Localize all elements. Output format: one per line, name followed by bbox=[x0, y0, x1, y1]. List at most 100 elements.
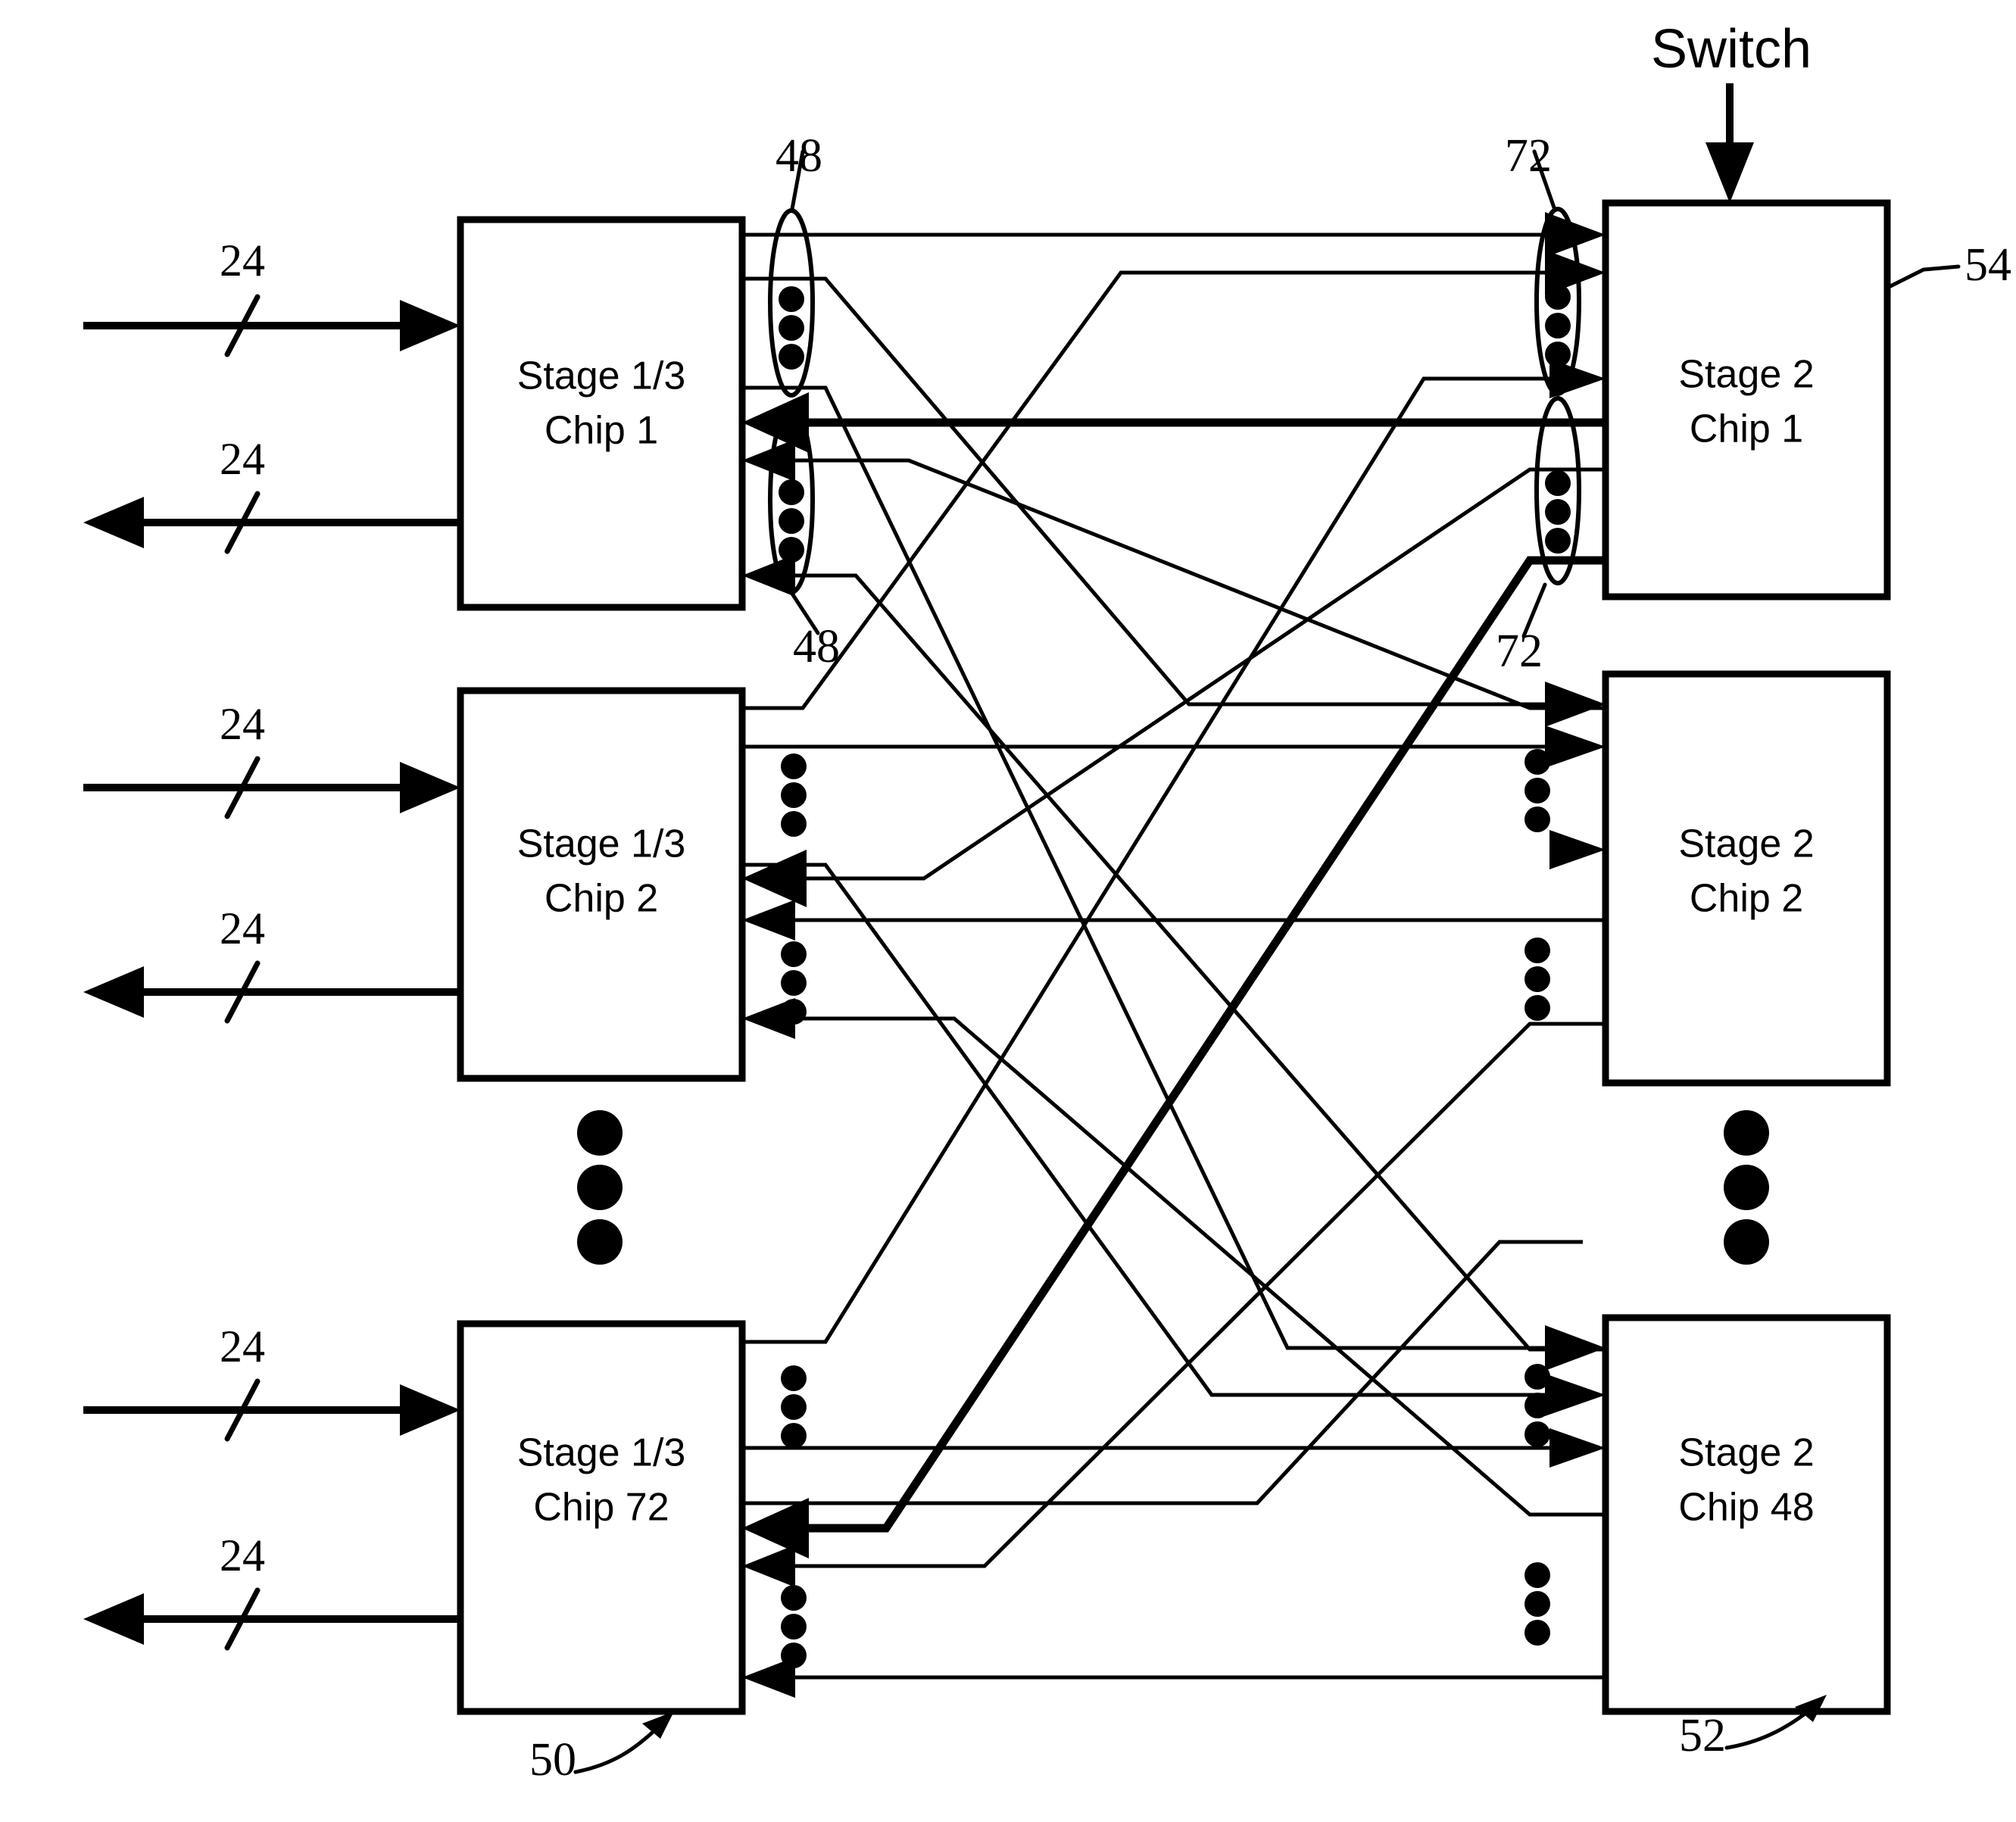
arrowhead-r2i1 bbox=[1545, 682, 1606, 727]
arrowhead-r3i2 bbox=[1545, 1374, 1606, 1416]
arrowhead-io-out-row1 bbox=[83, 497, 144, 548]
bundle-dot bbox=[779, 479, 804, 505]
arrowhead-io-out-row2 bbox=[83, 966, 144, 1018]
arrowhead-l3i2 bbox=[742, 1545, 795, 1587]
bundle-dot bbox=[1524, 1421, 1550, 1447]
vertical-ellipsis-right bbox=[1724, 1110, 1769, 1265]
arrowhead-r2i2 bbox=[1545, 725, 1606, 768]
arrowhead-io-in-row3 bbox=[400, 1384, 460, 1436]
chip-box-stage2-chip1[interactable] bbox=[1602, 199, 1891, 601]
wire-r2o3-l3i2 bbox=[765, 1022, 1606, 1568]
ref-label-54: 54 bbox=[1965, 239, 2011, 291]
bundle-dot bbox=[779, 508, 804, 534]
interconnect-wires bbox=[742, 232, 1606, 1680]
bundle-dot bbox=[1524, 749, 1550, 775]
ellipsis-dot bbox=[1724, 1165, 1769, 1210]
chip-box-stage13-chip2-line1: Stage 1/3 bbox=[517, 822, 686, 866]
chip-box-stage13-chip72-line1: Stage 1/3 bbox=[517, 1431, 686, 1475]
patent-figure-root: Stage 1/3 Chip 1 Stage 1/3 Chip 2 Stage … bbox=[0, 0, 2016, 1822]
switch-callout: Switch bbox=[1651, 19, 1812, 203]
ref-label-72-top: 72 bbox=[1505, 130, 1552, 182]
bus-width-label-out-row2: 24 bbox=[220, 903, 265, 953]
chip-box-stage13-chip72-line2: Chip 72 bbox=[533, 1486, 669, 1530]
chip-box-stage13-chip2-line2: Chip 2 bbox=[545, 877, 658, 921]
ref-label-72-bottom: 72 bbox=[1496, 626, 1543, 677]
left-column-group: Stage 1/3 Chip 1 Stage 1/3 Chip 2 Stage … bbox=[457, 216, 746, 1715]
wire-r3o2-l2i3 bbox=[765, 1016, 1606, 1517]
chip-box-stage2-chip48-line2: Chip 48 bbox=[1678, 1486, 1814, 1530]
bus-width-label-in-row1: 24 bbox=[220, 236, 265, 285]
arrowhead-switch bbox=[1705, 142, 1754, 203]
arrowhead-io-in-row1 bbox=[400, 300, 460, 351]
link-bundle-ellipses bbox=[768, 207, 1581, 594]
wire-l2o1-r1i2 bbox=[742, 270, 1583, 710]
bundle-dot bbox=[1524, 966, 1550, 992]
bundle-dot bbox=[779, 344, 804, 370]
bundle-dot bbox=[781, 1423, 807, 1449]
bundle-dot bbox=[781, 1365, 807, 1391]
bundle-dot bbox=[1545, 284, 1571, 310]
ellipsis-dot bbox=[1724, 1219, 1769, 1265]
bundle-dot bbox=[1524, 806, 1550, 832]
ref-label-52: 52 bbox=[1679, 1710, 1726, 1761]
switch-architecture-diagram: Stage 1/3 Chip 1 Stage 1/3 Chip 2 Stage … bbox=[83, 19, 2011, 1786]
bundle-dot bbox=[1524, 1562, 1550, 1588]
wire-l1o3-r3i1 bbox=[742, 385, 1583, 1350]
ref-label-48-top: 48 bbox=[776, 130, 822, 182]
bundle-dot bbox=[1545, 528, 1571, 554]
bundle-dot bbox=[1545, 470, 1571, 496]
chip-box-stage2-chip1-line1: Stage 2 bbox=[1678, 353, 1814, 397]
switch-label: Switch bbox=[1651, 19, 1812, 80]
bundle-dot bbox=[781, 753, 807, 779]
chip-box-stage2-chip48-line1: Stage 2 bbox=[1678, 1431, 1814, 1475]
arrowhead-io-in-row2 bbox=[400, 762, 460, 813]
ellipsis-dot bbox=[577, 1165, 623, 1210]
vertical-ellipsis-left bbox=[577, 1110, 623, 1265]
chip-box-stage2-chip2-line1: Stage 2 bbox=[1678, 822, 1814, 866]
bus-width-label-in-row2: 24 bbox=[220, 699, 265, 749]
bundle-dot bbox=[779, 286, 804, 312]
bundle-dot bbox=[1545, 499, 1571, 525]
bus-width-label-in-row3: 24 bbox=[220, 1321, 265, 1371]
bundle-dot bbox=[781, 941, 807, 967]
bundle-dot bbox=[781, 970, 807, 996]
bundle-dot bbox=[1524, 778, 1550, 803]
bundle-dot bbox=[781, 811, 807, 837]
bundle-dot bbox=[781, 1585, 807, 1611]
bundle-dot bbox=[781, 999, 807, 1025]
arrowhead-r3i1 bbox=[1545, 1325, 1606, 1371]
bundle-dot bbox=[781, 782, 807, 808]
leader-54 bbox=[1885, 264, 1961, 290]
arrowhead-r3i3 bbox=[1549, 1428, 1606, 1468]
bundle-dot-columns bbox=[781, 749, 1550, 1668]
chip-box-stage13-chip1-line2: Chip 1 bbox=[545, 409, 658, 453]
ellipsis-dot bbox=[1724, 1110, 1769, 1156]
bundle-dot bbox=[1524, 1591, 1550, 1617]
bundle-dot bbox=[779, 537, 804, 563]
chip-box-stage2-chip1-line2: Chip 1 bbox=[1690, 407, 1803, 451]
io-buses: 24 24 24 24 24 24 bbox=[83, 236, 460, 1651]
bundle-dot bbox=[1524, 1364, 1550, 1390]
bundle-dot bbox=[781, 1394, 807, 1420]
right-column-group: Stage 2 Chip 1 Stage 2 Chip 2 Stage 2 Ch… bbox=[1602, 199, 1891, 1715]
arrowhead-r2i3 bbox=[1549, 830, 1606, 869]
bundle-dot bbox=[1524, 995, 1550, 1021]
bundle-dot bbox=[781, 1643, 807, 1668]
wire-l2o3-r3i2 bbox=[742, 863, 1583, 1397]
wire-l3o2-r2i3 bbox=[742, 1240, 1583, 1505]
arrowhead-io-out-row3 bbox=[83, 1593, 144, 1645]
arrowhead-50 bbox=[642, 1711, 674, 1739]
bundle-dot bbox=[1524, 1393, 1550, 1418]
bus-width-label-out-row3: 24 bbox=[220, 1530, 265, 1580]
wire-r1o2-l2i1 bbox=[765, 467, 1606, 881]
arrowhead-l2i1 bbox=[742, 850, 807, 907]
bundle-dot bbox=[1524, 938, 1550, 963]
ellipsis-dot bbox=[577, 1219, 623, 1265]
bundle-dot bbox=[1545, 313, 1571, 339]
bundle-dot bbox=[1545, 342, 1571, 367]
arrowhead-l3i1 bbox=[742, 1498, 809, 1558]
arrowhead-l2i2 bbox=[742, 900, 795, 941]
chip-box-stage13-chip1-line1: Stage 1/3 bbox=[517, 354, 686, 398]
chip-box-stage2-chip2-line2: Chip 2 bbox=[1690, 877, 1803, 921]
bus-width-label-out-row1: 24 bbox=[220, 434, 265, 484]
